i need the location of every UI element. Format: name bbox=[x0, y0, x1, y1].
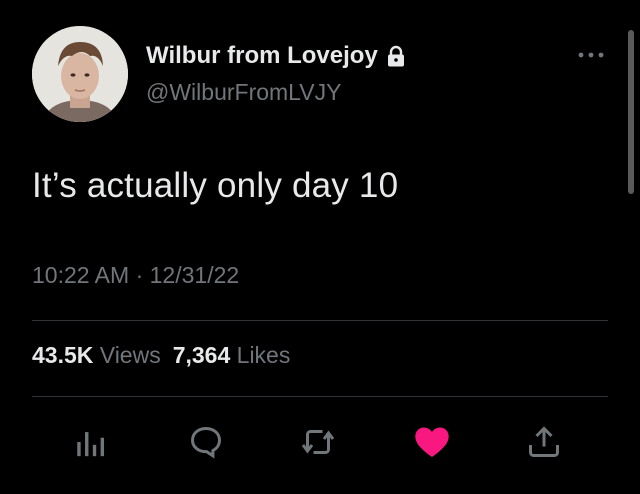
meta-separator: · bbox=[135, 262, 144, 288]
lock-icon bbox=[386, 45, 406, 67]
divider bbox=[32, 320, 608, 321]
views-stat[interactable]: 43.5K Views bbox=[32, 342, 161, 369]
author-handle[interactable]: @WilburFromLVJY bbox=[146, 79, 341, 106]
scrollbar[interactable] bbox=[628, 30, 634, 194]
likes-stat[interactable]: 7,364 Likes bbox=[173, 342, 291, 369]
share-icon[interactable] bbox=[524, 422, 564, 462]
divider bbox=[32, 396, 608, 397]
views-label: Views bbox=[99, 342, 161, 368]
like-icon[interactable] bbox=[412, 422, 452, 462]
tweet-timestamp[interactable]: 10:22 AM · 12/31/22 bbox=[32, 262, 239, 289]
retweet-icon[interactable] bbox=[298, 422, 338, 462]
reply-icon[interactable] bbox=[186, 422, 226, 462]
views-count: 43.5K bbox=[32, 342, 94, 368]
avatar[interactable] bbox=[32, 26, 128, 122]
likes-label: Likes bbox=[236, 342, 291, 368]
tweet-text: It’s actually only day 10 bbox=[32, 166, 399, 205]
tweet-date: 12/31/22 bbox=[149, 262, 240, 288]
more-options-icon[interactable] bbox=[576, 45, 606, 65]
author-name-row[interactable]: Wilbur from Lovejoy bbox=[146, 42, 406, 70]
analytics-icon[interactable] bbox=[70, 422, 110, 462]
likes-count: 7,364 bbox=[172, 342, 231, 368]
avatar-image bbox=[32, 26, 128, 122]
display-name[interactable]: Wilbur from Lovejoy bbox=[146, 42, 378, 70]
tweet-stats: 43.5K Views 7,364 Likes bbox=[32, 342, 290, 369]
action-bar bbox=[0, 410, 640, 466]
tweet-time: 10:22 AM bbox=[32, 262, 130, 288]
